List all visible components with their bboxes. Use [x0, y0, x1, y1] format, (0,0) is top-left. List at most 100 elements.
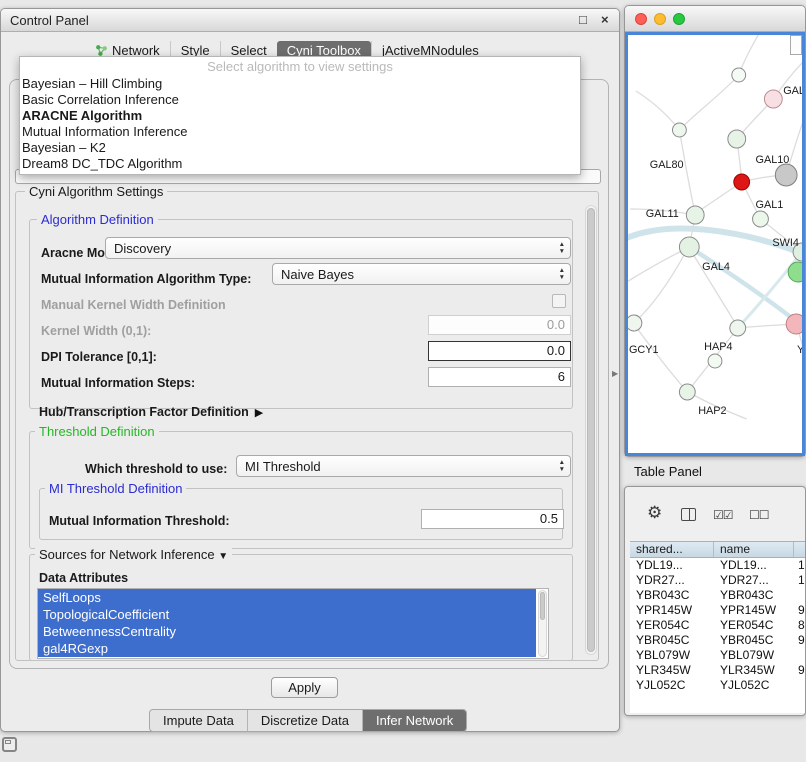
- float-window-icon[interactable]: □: [579, 12, 587, 27]
- gear-icon[interactable]: ⚙: [647, 503, 662, 523]
- column-header-shared[interactable]: shared...: [630, 542, 714, 557]
- edge[interactable]: [689, 247, 802, 329]
- node-hap2[interactable]: [679, 384, 695, 400]
- manual-kernel-label: Manual Kernel Width Definition: [41, 298, 226, 312]
- table-row[interactable]: YPR145W YPR145W 9.: [630, 603, 806, 618]
- control-panel-window: Control Panel □ × Network Style Select C…: [0, 8, 620, 732]
- node[interactable]: [732, 68, 746, 82]
- algorithm-option[interactable]: Bayesian – Hill Climbing: [20, 76, 580, 92]
- network-view-window: GAL GAL80 GAL10 GAL11 GAL1 SWI4 GAL4 GCY…: [624, 5, 806, 457]
- cell: YLR345W: [630, 663, 714, 678]
- column-header-name[interactable]: name: [714, 542, 794, 557]
- mi-type-select[interactable]: Naive Bayes ▲▼: [272, 263, 571, 285]
- algorithm-definition-title: Algorithm Definition: [37, 212, 158, 227]
- dpi-tolerance-field[interactable]: 0.0: [428, 341, 571, 361]
- node-label: GCY1: [629, 344, 659, 356]
- table-row[interactable]: YBR043C YBR043C: [630, 588, 806, 603]
- popup-placeholder: Select algorithm to view settings: [20, 59, 580, 76]
- node[interactable]: [672, 123, 686, 137]
- node-hap4[interactable]: [708, 354, 722, 368]
- zoom-traffic-light-icon[interactable]: [673, 13, 685, 25]
- algorithm-option[interactable]: Bayesian – K2: [20, 140, 580, 156]
- table-row[interactable]: YDR27... YDR27... 12: [630, 573, 806, 588]
- list-scrollbar-thumb[interactable]: [540, 592, 545, 620]
- node-gal1[interactable]: [753, 211, 769, 227]
- node-gal11[interactable]: [686, 206, 704, 224]
- minimize-traffic-light-icon[interactable]: [654, 13, 666, 25]
- table-row[interactable]: YER054C YER054C 8.: [630, 618, 806, 633]
- algorithm-option-selected[interactable]: ARACNE Algorithm: [20, 108, 580, 124]
- aracne-mode-select[interactable]: Discovery ▲▼: [105, 237, 571, 259]
- edge[interactable]: [634, 249, 687, 323]
- expanded-arrow-icon: ▼: [218, 551, 228, 562]
- edge[interactable]: [636, 91, 680, 130]
- node-label: Y: [797, 344, 802, 356]
- network-canvas[interactable]: GAL GAL80 GAL10 GAL11 GAL1 SWI4 GAL4 GCY…: [625, 32, 805, 456]
- close-icon[interactable]: ×: [601, 12, 609, 27]
- apply-button[interactable]: Apply: [271, 677, 338, 698]
- node-gal4[interactable]: [679, 237, 699, 257]
- columns-icon[interactable]: [681, 508, 696, 521]
- deselect-all-boxes-icon[interactable]: ☐☐: [749, 508, 769, 522]
- settings-scrollbar[interactable]: [585, 205, 597, 655]
- algorithm-option[interactable]: Basic Correlation Inference: [20, 92, 580, 108]
- manual-kernel-checkbox[interactable]: [552, 294, 566, 308]
- node-gcy1[interactable]: [628, 315, 642, 331]
- mi-steps-label: Mutual Information Steps:: [41, 376, 195, 390]
- tab-impute-data[interactable]: Impute Data: [150, 710, 247, 731]
- algorithm-option[interactable]: Mutual Information Inference: [20, 124, 580, 140]
- edge[interactable]: [689, 248, 737, 327]
- mi-steps-field[interactable]: 6: [428, 367, 571, 387]
- table-row[interactable]: YBR045C YBR045C 9.: [630, 633, 806, 648]
- dpi-tolerance-label: DPI Tolerance [0,1]:: [41, 350, 157, 364]
- list-item[interactable]: gal4RGexp: [38, 640, 536, 657]
- table-row[interactable]: YBL079W YBL079W: [630, 648, 806, 663]
- edge[interactable]: [634, 324, 687, 392]
- algorithm-option[interactable]: Dream8 DC_TDC Algorithm: [20, 156, 580, 172]
- node[interactable]: [730, 320, 746, 336]
- close-traffic-light-icon[interactable]: [635, 13, 647, 25]
- minimized-window-icon[interactable]: [2, 737, 17, 752]
- node-pink[interactable]: [786, 314, 802, 334]
- cell: 9.: [794, 603, 806, 618]
- control-panel-titlebar[interactable]: Control Panel □ ×: [1, 9, 619, 32]
- edge[interactable]: [679, 75, 738, 130]
- node-red-gal10[interactable]: [734, 174, 750, 190]
- cell: 13: [794, 558, 806, 573]
- node-label: SWI4: [772, 237, 799, 249]
- cell: 9.: [794, 663, 806, 678]
- hub-definition-toggle[interactable]: Hub/Transcription Factor Definition ▶: [39, 405, 263, 419]
- edge[interactable]: [679, 130, 695, 214]
- node-label: HAP4: [704, 341, 732, 353]
- mi-threshold-field[interactable]: 0.5: [421, 509, 564, 529]
- splitpane-arrow-icon[interactable]: ▶: [612, 369, 618, 378]
- aracne-mode-value: Discovery: [114, 241, 171, 256]
- node-gal10-neighbor[interactable]: [775, 164, 797, 186]
- network-scrollbar-stub[interactable]: [790, 35, 802, 55]
- select-all-checks-icon[interactable]: ☑☑: [713, 508, 733, 522]
- node-label: GAL80: [650, 159, 684, 171]
- table-row[interactable]: YLR345W YLR345W 9.: [630, 663, 806, 678]
- cell: [794, 678, 806, 693]
- cell: YPR145W: [714, 603, 794, 618]
- edge[interactable]: [628, 248, 687, 285]
- list-item[interactable]: SelfLoops: [38, 589, 536, 606]
- table-row[interactable]: YJL052C YJL052C: [630, 678, 806, 693]
- table-panel-title: Table Panel: [634, 464, 702, 479]
- list-item[interactable]: TopologicalCoefficient: [38, 606, 536, 623]
- which-threshold-select[interactable]: MI Threshold ▲▼: [236, 455, 571, 477]
- node[interactable]: [728, 130, 746, 148]
- list-scrollbar[interactable]: [538, 590, 547, 657]
- cell: 9.: [794, 633, 806, 648]
- kernel-width-field[interactable]: 0.0: [428, 315, 571, 335]
- node[interactable]: [764, 90, 782, 108]
- tab-infer-network[interactable]: Infer Network: [362, 710, 466, 731]
- tab-discretize-data[interactable]: Discretize Data: [247, 710, 362, 731]
- column-header-clipped[interactable]: [794, 542, 806, 557]
- node-label: GAL4: [702, 261, 730, 273]
- settings-scrollbar-thumb[interactable]: [587, 208, 595, 652]
- table-row[interactable]: YDL19... YDL19... 13: [630, 558, 806, 573]
- network-window-titlebar[interactable]: [625, 6, 805, 32]
- list-item[interactable]: BetweennessCentrality: [38, 623, 536, 640]
- sources-group-title[interactable]: Sources for Network Inference ▼: [35, 547, 232, 562]
